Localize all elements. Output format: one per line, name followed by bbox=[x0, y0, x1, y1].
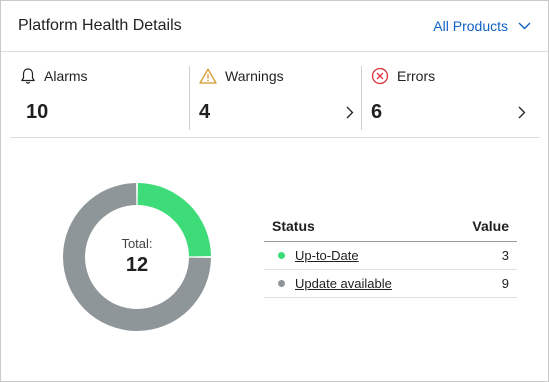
donut-total-label: Total: bbox=[121, 236, 153, 251]
status-value: 3 bbox=[501, 248, 509, 263]
warning-triangle-icon bbox=[199, 68, 217, 84]
status-dot-icon bbox=[278, 280, 285, 287]
status-table: Status Value Up-to-Date 3 Update availab… bbox=[264, 211, 517, 298]
products-filter-label: All Products bbox=[433, 18, 508, 34]
metric-alarms: Alarms 10 bbox=[20, 66, 190, 130]
chevron-right-icon[interactable] bbox=[346, 106, 354, 119]
status-column-header: Status bbox=[272, 218, 315, 234]
status-donut-chart: Total: 12 bbox=[61, 181, 213, 333]
card-header: Platform Health Details All Products bbox=[1, 1, 548, 52]
chevron-down-icon bbox=[518, 22, 531, 30]
metric-warnings-label: Warnings bbox=[225, 68, 284, 84]
error-circle-icon bbox=[371, 67, 389, 85]
metric-divider bbox=[189, 66, 190, 130]
donut-total-value: 12 bbox=[125, 254, 149, 276]
bell-icon bbox=[21, 68, 35, 84]
status-link[interactable]: Up-to-Date bbox=[295, 248, 359, 263]
table-row: Up-to-Date 3 bbox=[264, 242, 517, 270]
metric-warnings-value: 4 bbox=[199, 101, 211, 123]
products-filter-dropdown[interactable]: All Products bbox=[433, 18, 531, 34]
metric-divider bbox=[361, 66, 362, 130]
metric-alarms-label: Alarms bbox=[44, 68, 88, 84]
metric-warnings[interactable]: Warnings 4 bbox=[199, 66, 359, 130]
value-column-header: Value bbox=[472, 218, 509, 234]
table-row: Update available 9 bbox=[264, 270, 517, 298]
table-header: Status Value bbox=[264, 211, 517, 242]
metrics-row: Alarms 10 Warnings 4 Errors 6 bbox=[10, 52, 540, 138]
status-dot-icon bbox=[278, 252, 285, 259]
metric-alarms-value: 10 bbox=[26, 101, 49, 123]
chevron-right-icon[interactable] bbox=[518, 106, 526, 119]
metric-errors-label: Errors bbox=[397, 68, 436, 84]
platform-health-card: Platform Health Details All Products Ala… bbox=[0, 0, 549, 382]
metric-errors-value: 6 bbox=[371, 101, 383, 123]
status-link[interactable]: Update available bbox=[295, 276, 392, 291]
status-value: 9 bbox=[501, 276, 509, 291]
card-title: Platform Health Details bbox=[18, 17, 182, 34]
metric-errors[interactable]: Errors 6 bbox=[371, 66, 531, 130]
